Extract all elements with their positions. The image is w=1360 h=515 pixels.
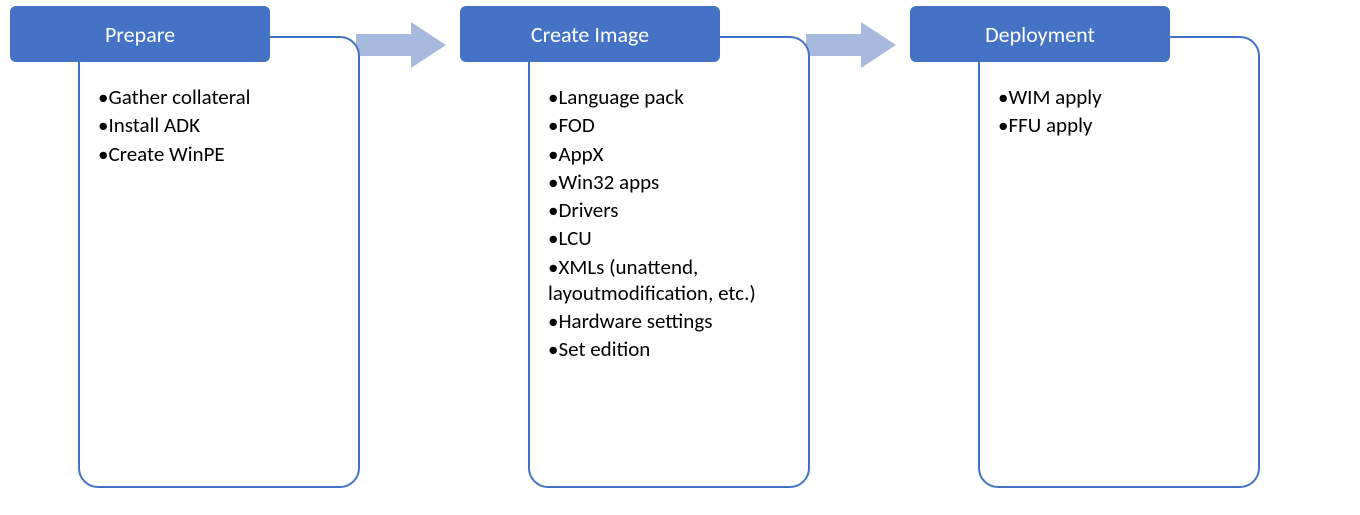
stage-header: Create Image — [460, 6, 720, 62]
stage-body: WIM apply FFU apply — [978, 36, 1260, 488]
stage-item: AppX — [548, 141, 790, 167]
stage-item: WIM apply — [998, 84, 1240, 110]
stage-title: Create Image — [531, 21, 649, 48]
stage-item: Gather collateral — [98, 84, 340, 110]
stage-item: Create WinPE — [98, 141, 340, 167]
arrow-icon — [806, 22, 896, 68]
stage-item: Drivers — [548, 197, 790, 223]
stage-item: LCU — [548, 225, 790, 251]
stage-item: FFU apply — [998, 112, 1240, 138]
stage-title: Prepare — [105, 21, 175, 48]
stage-item: Hardware settings — [548, 308, 790, 334]
stage-item: Language pack — [548, 84, 790, 110]
stage-item: FOD — [548, 112, 790, 138]
stage-title: Deployment — [985, 21, 1095, 48]
stage-item: Win32 apps — [548, 169, 790, 195]
stage-item: XMLs (unattend, layoutmodification, etc.… — [548, 254, 790, 307]
arrow-icon — [356, 22, 446, 68]
stage-body: Gather collateral Install ADK Create Win… — [78, 36, 360, 488]
stage-body: Language pack FOD AppX Win32 apps Driver… — [528, 36, 810, 488]
stage-item: Set edition — [548, 336, 790, 362]
stage-item: Install ADK — [98, 112, 340, 138]
stage-header: Prepare — [10, 6, 270, 62]
stage-header: Deployment — [910, 6, 1170, 62]
